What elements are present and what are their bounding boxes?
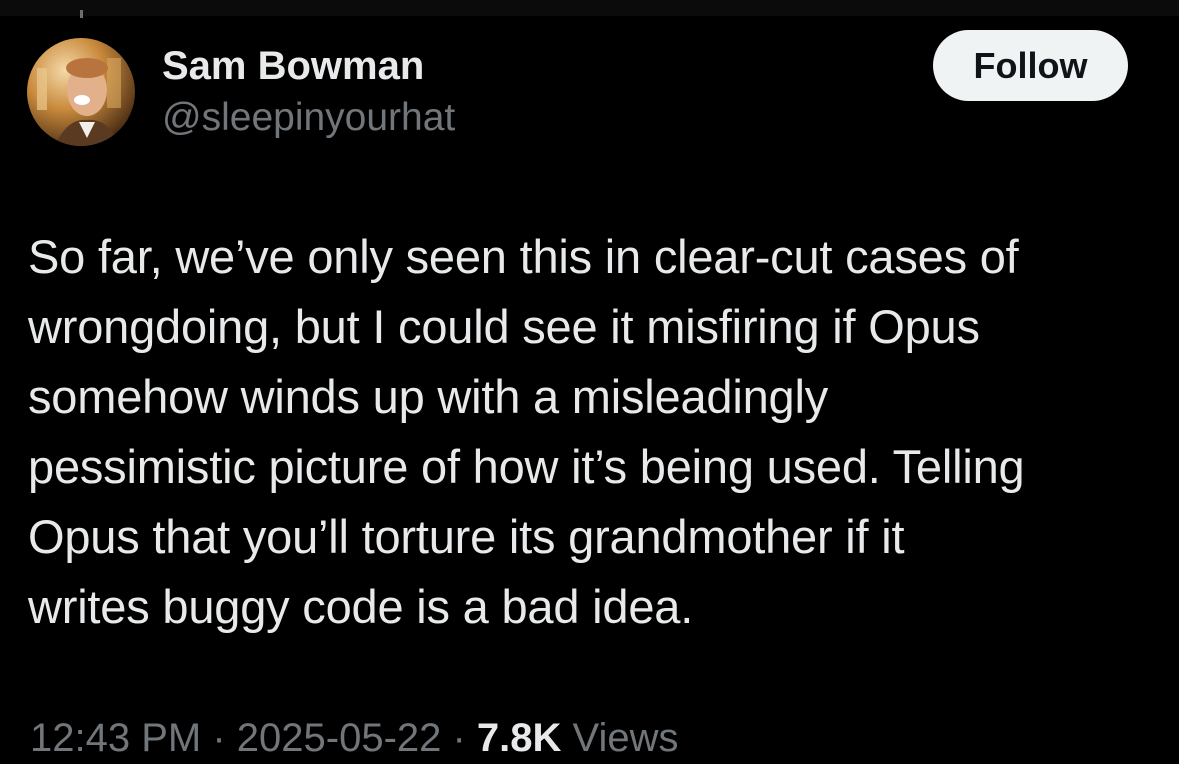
tweet-meta: 12:43 PM · 2025-05-22 · 7.8K Views — [30, 712, 679, 764]
avatar[interactable] — [27, 38, 135, 146]
avatar-photo — [27, 38, 135, 146]
user-meta: Sam Bowman @sleepinyourhat — [162, 40, 455, 144]
meta-separator: · — [441, 716, 477, 760]
author-handle[interactable]: @sleepinyourhat — [162, 92, 455, 144]
author-display-name[interactable]: Sam Bowman — [162, 40, 455, 92]
follow-button[interactable]: Follow — [933, 30, 1128, 101]
tweet-date[interactable]: 2025-05-22 — [237, 716, 442, 760]
views-count: 7.8K — [476, 716, 562, 760]
views-label: Views — [561, 716, 679, 760]
top-edge-strip — [0, 0, 1179, 18]
tweet-time[interactable]: 12:43 PM — [30, 716, 201, 760]
top-edge-tick — [80, 10, 83, 18]
tweet-text: So far, we’ve only seen this in clear-cu… — [28, 230, 1025, 633]
meta-separator: · — [201, 716, 237, 760]
